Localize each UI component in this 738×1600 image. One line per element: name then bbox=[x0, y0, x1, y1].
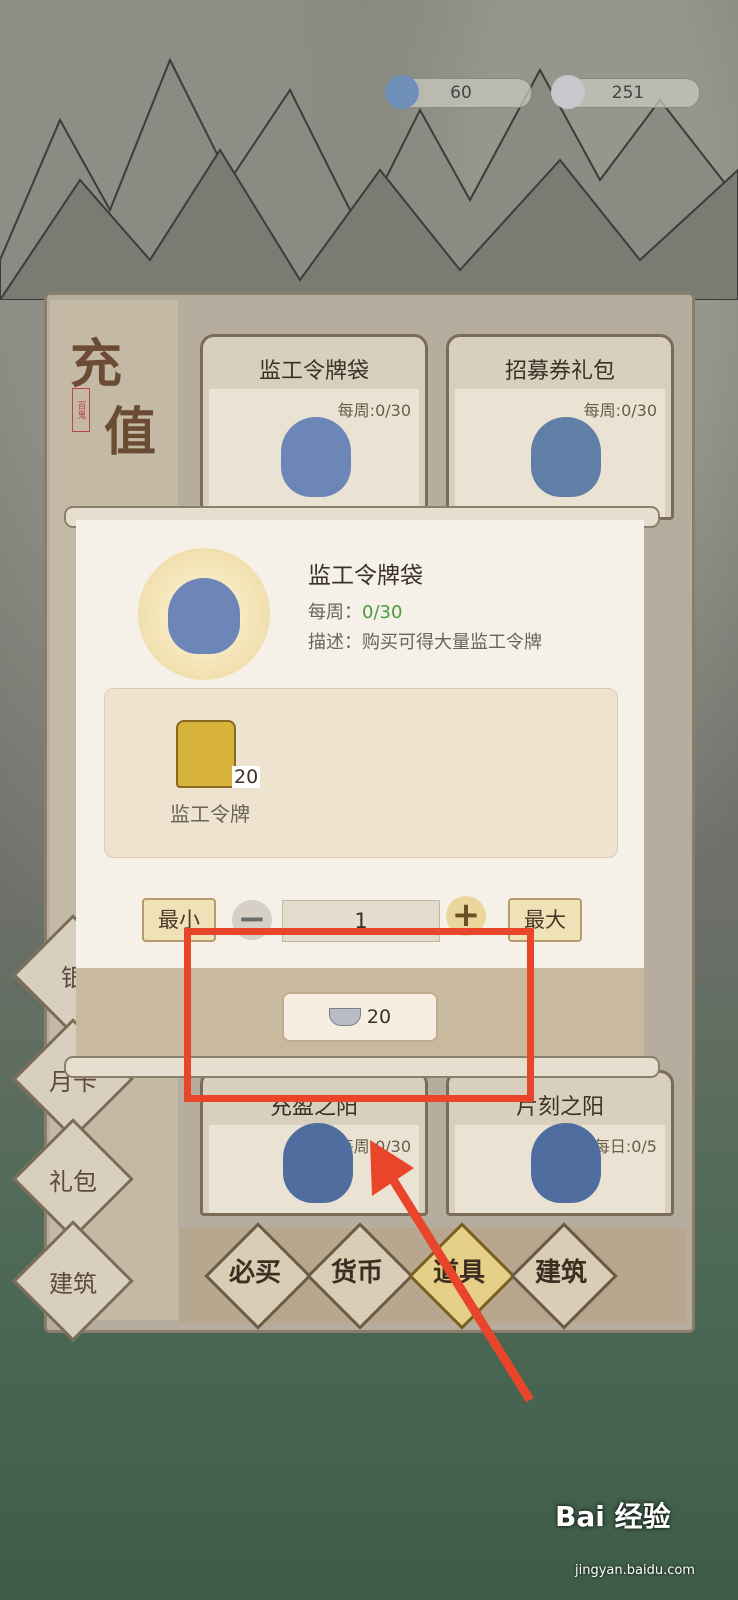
baidu-watermark-url: jingyan.baidu.com bbox=[575, 1563, 695, 1578]
baidu-watermark: Bai 经验 bbox=[555, 1500, 671, 1533]
annotation-arrow bbox=[370, 1140, 534, 1403]
